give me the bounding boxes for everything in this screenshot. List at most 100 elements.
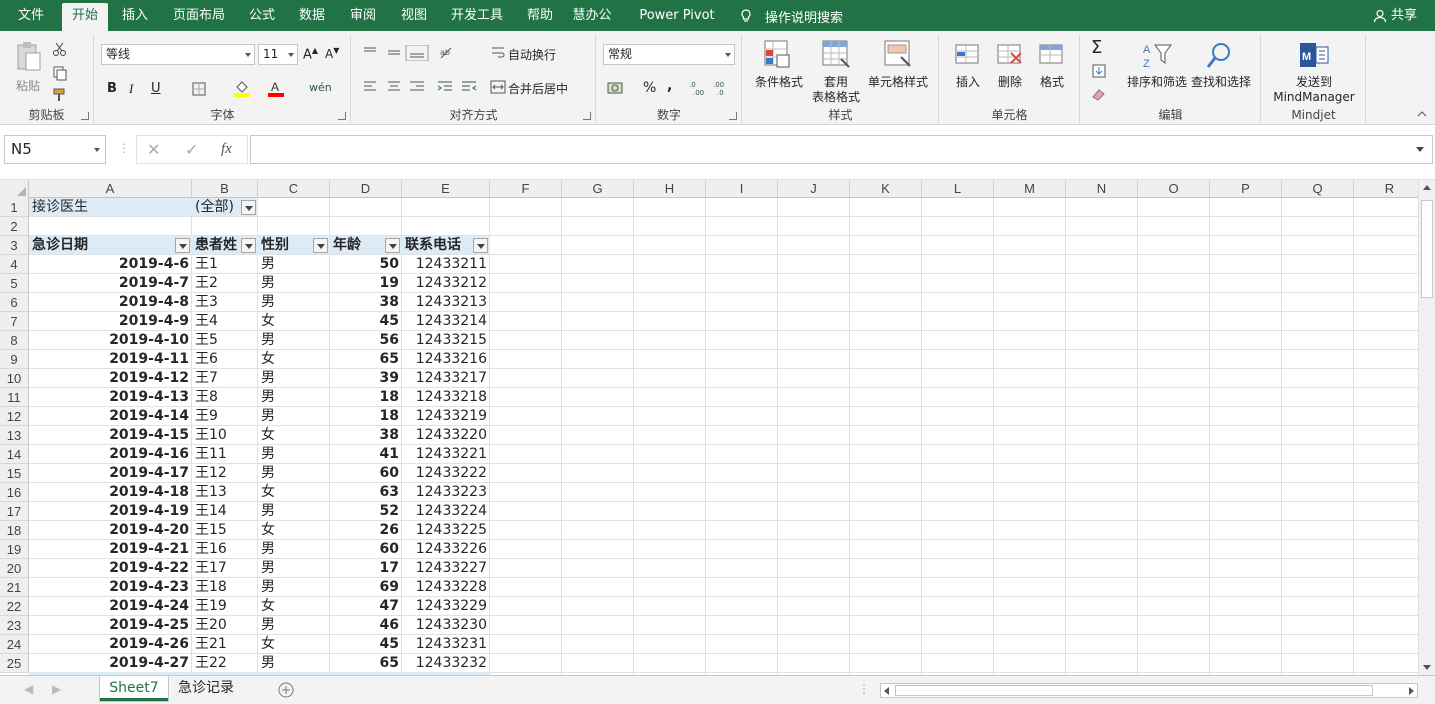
row-header[interactable]: 11 xyxy=(0,388,29,407)
pivot-cell[interactable]: 17 xyxy=(330,559,402,578)
column-header[interactable]: N xyxy=(1066,180,1138,198)
pivot-cell[interactable]: 69 xyxy=(330,578,402,597)
row-header[interactable]: 16 xyxy=(0,483,29,502)
phonetic-icon[interactable]: wén xyxy=(309,81,332,94)
pivot-cell[interactable]: 12433231 xyxy=(402,635,490,654)
pivot-cell[interactable]: 2019-4-8 xyxy=(29,293,192,312)
filter-dropdown-icon[interactable] xyxy=(241,200,256,215)
formula-input[interactable] xyxy=(250,135,1433,164)
clipboard-launcher-icon[interactable] xyxy=(81,112,89,120)
insert-function-icon[interactable]: fx xyxy=(221,141,232,158)
pivot-cell[interactable]: 女 xyxy=(258,635,330,654)
pivot-cell[interactable]: 男 xyxy=(258,540,330,559)
pivot-cell[interactable]: 52 xyxy=(330,502,402,521)
column-header[interactable]: K xyxy=(850,180,922,198)
pivot-cell[interactable]: 45 xyxy=(330,312,402,331)
row-header[interactable]: 20 xyxy=(0,559,29,578)
sort-filter-button[interactable]: 排序和筛选 xyxy=(1123,75,1191,90)
pivot-cell[interactable]: 2019-4-14 xyxy=(29,407,192,426)
worksheet-grid[interactable]: ABCDEFGHIJKLMNOPQR 1 2 3 4 5 6 7 8 9 10 11 12 13 14 15… xyxy=(0,180,1435,675)
tab-splitter-icon[interactable]: ⋮ xyxy=(858,682,870,696)
vertical-scrollbar[interactable] xyxy=(1418,180,1435,675)
row-header[interactable]: 21 xyxy=(0,578,29,597)
row-header[interactable]: 13 xyxy=(0,426,29,445)
pivot-cell[interactable]: 2019-4-20 xyxy=(29,521,192,540)
pivot-cell[interactable]: 12433228 xyxy=(402,578,490,597)
find-select-button[interactable]: 查找和选择 xyxy=(1187,75,1255,90)
pivot-cell[interactable]: 2019-4-16 xyxy=(29,445,192,464)
pivot-cell[interactable]: 王9 xyxy=(192,407,258,426)
row-header[interactable]: 22 xyxy=(0,597,29,616)
pivot-cell[interactable]: 女 xyxy=(258,521,330,540)
horizontal-align-icons[interactable] xyxy=(362,79,432,95)
pivot-column-header[interactable]: 急诊日期 xyxy=(29,236,192,255)
pivot-cell[interactable]: 2019-4-10 xyxy=(29,331,192,350)
font-color-icon[interactable]: A xyxy=(267,79,285,97)
alignment-launcher-icon[interactable] xyxy=(583,112,591,120)
cell-area[interactable]: 接诊医生 (全部) 急诊日期 患者姓 性别 年龄 联系电话 2019-4-6 王1 男 50 1243… xyxy=(29,198,1426,675)
menu-tab[interactable]: 插入 xyxy=(112,0,158,31)
row-header[interactable]: 18 xyxy=(0,521,29,540)
row-header[interactable]: 7 xyxy=(0,312,29,331)
row-header[interactable]: 24 xyxy=(0,635,29,654)
row-header[interactable]: 14 xyxy=(0,445,29,464)
indent-icons[interactable] xyxy=(436,79,480,95)
header-filter-dropdown-icon[interactable] xyxy=(241,238,256,253)
pivot-cell[interactable]: 2019-4-26 xyxy=(29,635,192,654)
clear-icon[interactable] xyxy=(1091,87,1107,101)
sheet-tab[interactable]: 急诊记录 xyxy=(168,676,244,701)
format-button[interactable]: 格式 xyxy=(1030,75,1074,90)
pivot-cell[interactable]: 男 xyxy=(258,654,330,673)
pivot-cell[interactable]: 王17 xyxy=(192,559,258,578)
column-header[interactable]: Q xyxy=(1282,180,1354,198)
header-filter-dropdown-icon[interactable] xyxy=(175,238,190,253)
copy-icon[interactable] xyxy=(52,65,68,81)
pivot-cell[interactable]: 王3 xyxy=(192,293,258,312)
font-launcher-icon[interactable] xyxy=(338,112,346,120)
insert-button[interactable]: 插入 xyxy=(946,75,990,90)
pivot-cell[interactable]: 王10 xyxy=(192,426,258,445)
menu-tab[interactable]: 帮助 xyxy=(520,0,560,31)
column-header[interactable]: M xyxy=(994,180,1066,198)
pivot-cell[interactable]: 12433219 xyxy=(402,407,490,426)
pivot-cell[interactable]: 男 xyxy=(258,369,330,388)
delete-button[interactable]: 删除 xyxy=(988,75,1032,90)
pivot-cell[interactable]: 2019-4-7 xyxy=(29,274,192,293)
row-header[interactable]: 19 xyxy=(0,540,29,559)
pivot-cell[interactable]: 2019-4-17 xyxy=(29,464,192,483)
borders-icon[interactable] xyxy=(191,81,207,97)
row-header[interactable]: 15 xyxy=(0,464,29,483)
pivot-cell[interactable]: 12433217 xyxy=(402,369,490,388)
pivot-cell[interactable]: 王5 xyxy=(192,331,258,350)
menu-tab[interactable]: 视图 xyxy=(394,0,434,31)
menu-tab[interactable]: 审阅 xyxy=(344,0,382,31)
underline-button[interactable]: U xyxy=(151,81,161,96)
enter-icon[interactable]: ✓ xyxy=(185,140,198,159)
wrap-text-icon[interactable] xyxy=(490,45,506,61)
cut-icon[interactable] xyxy=(52,41,68,57)
menu-tab[interactable]: 开始 xyxy=(62,3,108,31)
pivot-cell[interactable]: 男 xyxy=(258,578,330,597)
pivot-cell[interactable]: 12433227 xyxy=(402,559,490,578)
sheet-tab[interactable]: Sheet7 xyxy=(100,676,168,701)
horizontal-scroll-thumb[interactable] xyxy=(895,685,1373,696)
comma-button[interactable]: , xyxy=(667,78,672,94)
pivot-cell[interactable]: 王6 xyxy=(192,350,258,369)
pivot-cell[interactable]: 2019-4-24 xyxy=(29,597,192,616)
column-header[interactable]: B xyxy=(192,180,258,198)
pivot-cell[interactable]: 39 xyxy=(330,369,402,388)
pivot-cell[interactable]: 女 xyxy=(258,597,330,616)
format-painter-icon[interactable] xyxy=(52,87,68,103)
row-header[interactable]: 9 xyxy=(0,350,29,369)
pivot-cell[interactable]: 2019-4-22 xyxy=(29,559,192,578)
pivot-cell[interactable]: 65 xyxy=(330,350,402,369)
cancel-icon[interactable]: ✕ xyxy=(147,140,160,159)
pivot-cell[interactable]: 女 xyxy=(258,483,330,502)
pivot-cell[interactable]: 王14 xyxy=(192,502,258,521)
pivot-cell[interactable]: 63 xyxy=(330,483,402,502)
number-launcher-icon[interactable] xyxy=(729,112,737,120)
column-header[interactable]: E xyxy=(402,180,490,198)
header-filter-dropdown-icon[interactable] xyxy=(313,238,328,253)
row-header[interactable]: 6 xyxy=(0,293,29,312)
pivot-cell[interactable]: 18 xyxy=(330,407,402,426)
